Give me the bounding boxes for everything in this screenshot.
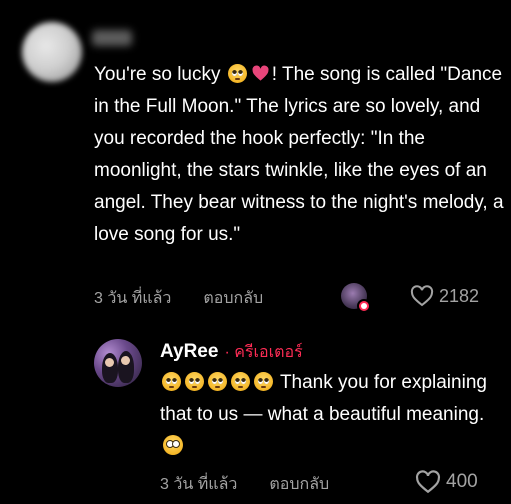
flushed-face-icon	[163, 435, 183, 455]
heart-icon	[252, 65, 269, 81]
pleading-face-icon	[231, 372, 250, 391]
comment-text: You're so lucky ! The song is called "Da…	[94, 59, 506, 251]
reply-text: Thank you for explaining that to us — wh…	[160, 367, 500, 463]
comment-avatar[interactable]	[22, 22, 82, 82]
creator-liked-avatar	[341, 283, 371, 313]
comment-timestamp: 3 วัน ที่แล้ว	[94, 290, 172, 307]
comment-like-button[interactable]: 2182	[410, 285, 479, 307]
reply-username[interactable]: AyRee	[160, 341, 218, 363]
comment-reply-button[interactable]: ตอบกลับ	[203, 286, 263, 311]
reply-header: AyRee · ครีเอเตอร์	[160, 340, 303, 365]
creator-liked-heart-icon	[357, 299, 371, 313]
pleading-face-icon	[185, 372, 204, 391]
pleading-face-icon	[227, 64, 247, 83]
comment-text-rest: ! The song is called "Dance in the Full …	[94, 64, 504, 245]
pleading-face-icon	[208, 372, 227, 391]
reply-timestamp: 3 วัน ที่แล้ว	[160, 476, 238, 493]
reply-reply-button[interactable]: ตอบกลับ	[269, 472, 329, 497]
reply-like-button[interactable]: 400	[415, 470, 478, 494]
reply-avatar[interactable]	[94, 339, 142, 387]
comment-username-redacted[interactable]	[92, 30, 132, 46]
reply-meta-row: 3 วัน ที่แล้ว ตอบกลับ	[160, 472, 329, 497]
comment-meta-row: 3 วัน ที่แล้ว ตอบกลับ	[94, 286, 263, 311]
pleading-face-icon	[162, 372, 181, 391]
creator-tag: · ครีเอเตอร์	[224, 344, 303, 361]
heart-outline-icon	[415, 470, 441, 494]
comment-like-count: 2182	[439, 285, 480, 306]
pleading-face-icon	[254, 372, 273, 391]
heart-outline-icon	[410, 285, 434, 307]
reply-like-count: 400	[446, 471, 478, 492]
comment-text-start: You're so lucky	[94, 64, 226, 85]
